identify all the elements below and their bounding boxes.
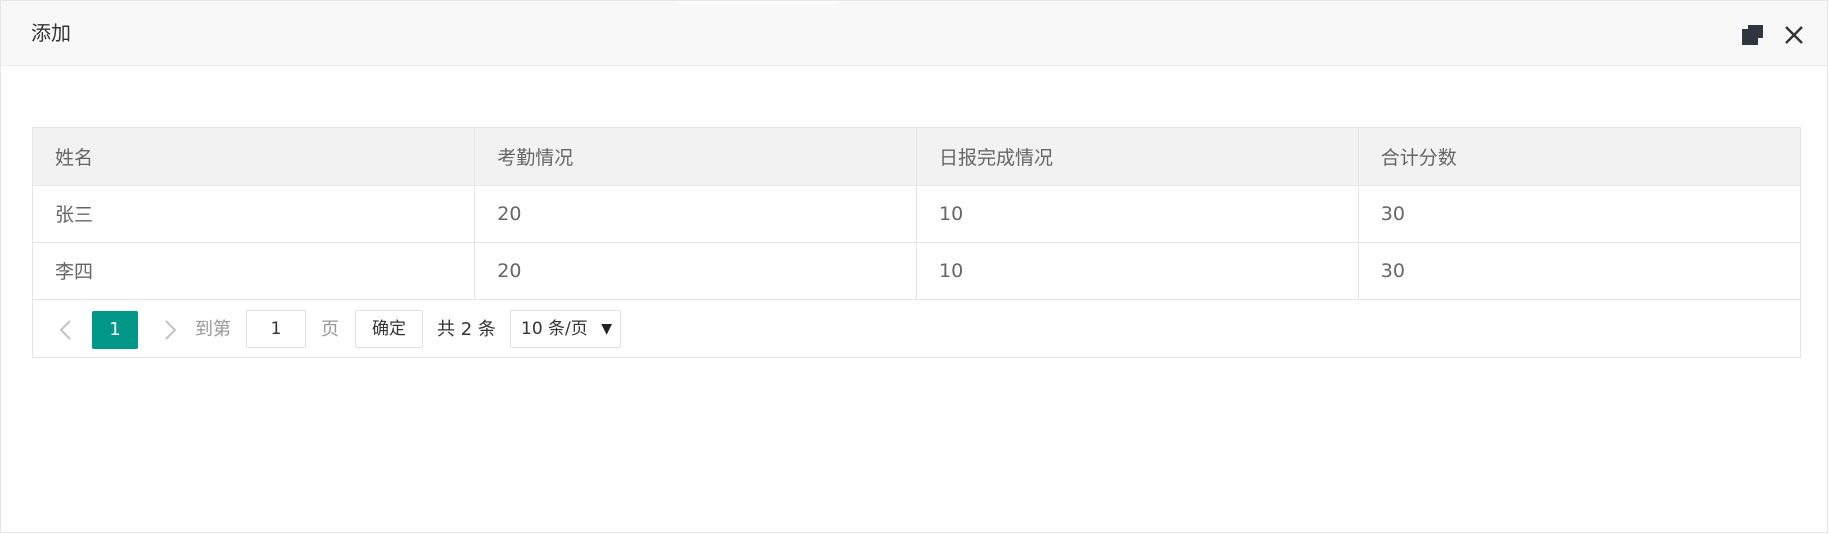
pagination: 1 到第 页 确定 共 2 条 10 条/页 ▼	[33, 299, 1800, 357]
table-row[interactable]: 张三 20 10 30	[33, 185, 1800, 243]
column-header-total-score[interactable]: 合计分数	[1358, 128, 1800, 186]
table-row[interactable]: 李四 20 10 30	[33, 242, 1800, 300]
column-header-attendance[interactable]: 考勤情况	[474, 128, 917, 186]
table-header-row: 姓名 考勤情况 日报完成情况 合计分数	[33, 128, 1800, 186]
cell-name: 李四	[33, 242, 476, 300]
cell-total-score: 30	[1358, 242, 1800, 300]
cell-attendance: 20	[474, 185, 917, 243]
dialog-titlebar[interactable]: 添加	[1, 1, 1827, 66]
current-page-button[interactable]: 1	[92, 311, 138, 349]
cell-attendance: 20	[474, 242, 917, 300]
column-header-name[interactable]: 姓名	[33, 128, 476, 186]
goto-label: 到第	[195, 319, 231, 340]
cell-daily-report: 10	[916, 242, 1359, 300]
page-size-select[interactable]: 10 条/页 ▼	[510, 310, 621, 348]
titlebar-highlight	[677, 1, 839, 3]
dialog-title: 添加	[31, 21, 71, 45]
page-size-value: 10 条/页	[521, 319, 588, 339]
caret-down-icon: ▼	[601, 321, 612, 337]
cell-daily-report: 10	[916, 185, 1359, 243]
cell-total-score: 30	[1358, 185, 1800, 243]
page-unit-label: 页	[321, 319, 339, 340]
goto-page-input[interactable]	[246, 310, 306, 348]
chevron-left-icon[interactable]	[53, 317, 79, 343]
total-count: 共 2 条	[437, 319, 496, 340]
column-header-daily-report[interactable]: 日报完成情况	[916, 128, 1359, 186]
restore-window-icon[interactable]	[1741, 23, 1765, 47]
cell-name: 张三	[33, 185, 476, 243]
add-dialog: 添加 姓名 考勤情况 日报完成情况 合计分数 张三 20 10 30 李四 20…	[0, 0, 1828, 533]
chevron-right-icon[interactable]	[157, 317, 183, 343]
close-icon[interactable]	[1782, 23, 1806, 47]
score-table: 姓名 考勤情况 日报完成情况 合计分数 张三 20 10 30 李四 20 10	[32, 127, 1801, 358]
confirm-button[interactable]: 确定	[355, 310, 423, 348]
